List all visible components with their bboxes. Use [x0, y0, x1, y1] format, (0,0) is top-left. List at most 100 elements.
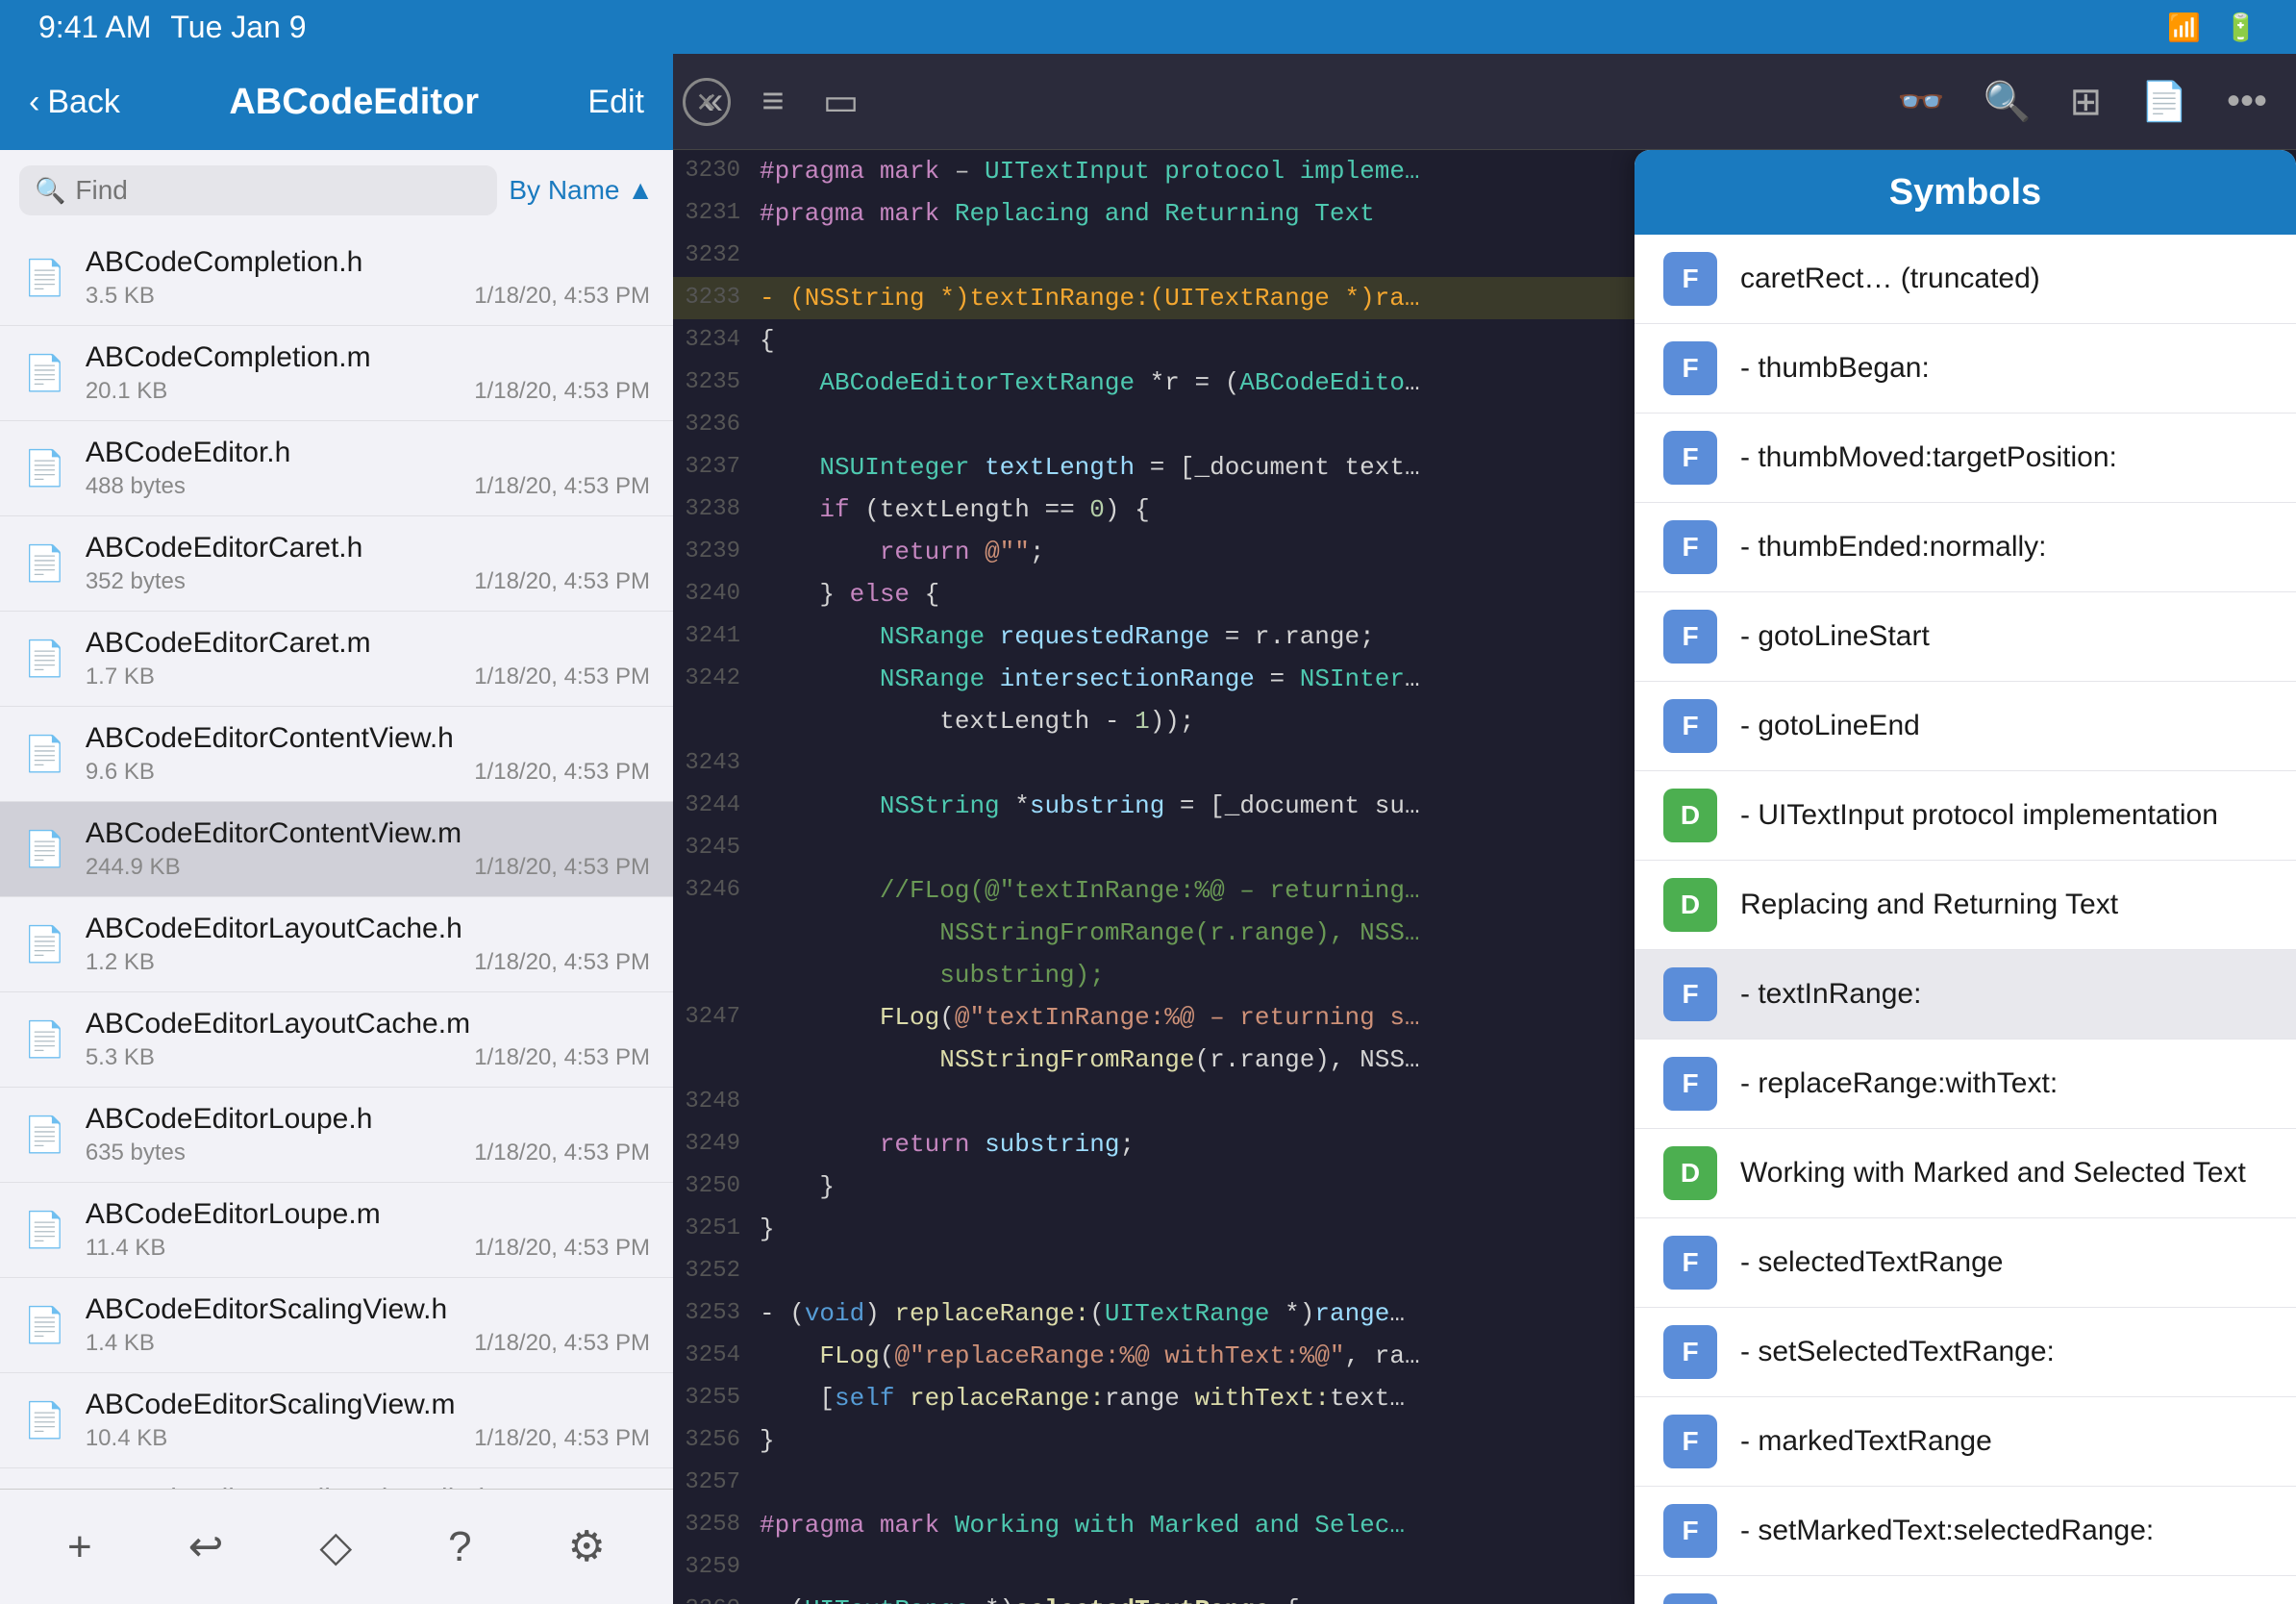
file-name: ABCodeEditorContentView.m — [86, 817, 650, 850]
file-size: 3.5 KB — [86, 283, 155, 310]
bottom-bar: + ↩ ◇ ? ⚙ — [0, 1489, 673, 1604]
file-list-item[interactable]: 📄 ABCodeEditorCaret.m 1.7 KB 1/18/20, 4:… — [0, 612, 673, 707]
file-list-item[interactable]: 📄 ABCodeEditorLayoutCache.m 5.3 KB 1/18/… — [0, 992, 673, 1088]
symbol-text: - UITextInput protocol implementation — [1740, 799, 2218, 832]
symbol-list-item[interactable]: F - textInRange: — [1635, 950, 2296, 1040]
symbol-list-item[interactable]: F - gotoLineStart — [1635, 592, 2296, 682]
symbol-list-item[interactable]: F caretRect… (truncated) — [1635, 235, 2296, 324]
file-date: 1/18/20, 4:53 PM — [474, 283, 650, 310]
file-list-item[interactable]: 📄 ABCodeEditorCaret.h 352 bytes 1/18/20,… — [0, 516, 673, 612]
symbol-list-item[interactable]: F - setMarkedText:selectedRange: — [1635, 1487, 2296, 1576]
file-meta: 635 bytes 1/18/20, 4:53 PM — [86, 1140, 650, 1166]
code-line: 3258 #pragma mark Working with Marked an… — [673, 1504, 1635, 1546]
symbol-list-item[interactable]: F - selectedTextRange — [1635, 1218, 2296, 1308]
symbol-list-item[interactable]: F - thumbBegan: — [1635, 324, 2296, 414]
file-list-item[interactable]: 📄 ABCodeEditorScalingViewTile.h 805 byte… — [0, 1468, 673, 1489]
symbol-text: - markedTextRange — [1740, 1425, 1992, 1458]
file-icon: 📄 — [23, 448, 66, 489]
glasses-icon[interactable]: 👓 — [1897, 79, 1945, 124]
file-size: 20.1 KB — [86, 378, 167, 405]
symbol-list-item[interactable]: F - unmarkText — [1635, 1576, 2296, 1604]
symbol-list-item[interactable]: D Replacing and Returning Text — [1635, 861, 2296, 950]
symbol-list-item[interactable]: F - setSelectedTextRange: — [1635, 1308, 2296, 1397]
file-size: 352 bytes — [86, 568, 186, 595]
editor-toolbar: « ≡ ▭ 👓 🔍 ⊞ 📄 ••• — [673, 54, 2296, 150]
lines-icon[interactable]: ≡ — [761, 80, 784, 123]
code-line: 3245 — [673, 827, 1635, 869]
undo-button[interactable]: ↩ — [188, 1522, 224, 1571]
file-list-item[interactable]: 📄 ABCodeEditorLayoutCache.h 1.2 KB 1/18/… — [0, 897, 673, 992]
file-info: ABCodeEditorScalingView.m 10.4 KB 1/18/2… — [86, 1389, 650, 1452]
symbol-badge: F — [1663, 1057, 1717, 1111]
file-icon: 📄 — [23, 1210, 66, 1250]
symbol-list-item[interactable]: F - markedTextRange — [1635, 1397, 2296, 1487]
search-icon[interactable]: 🔍 — [1984, 79, 2032, 124]
file-list-item[interactable]: 📄 ABCodeEditorLoupe.h 635 bytes 1/18/20,… — [0, 1088, 673, 1183]
hierarchy-icon[interactable]: ⊞ — [2070, 80, 2103, 124]
edit-button[interactable]: Edit — [587, 84, 644, 121]
network-button[interactable]: ◇ — [319, 1522, 352, 1571]
close-button[interactable]: ✕ — [683, 78, 731, 126]
sort-button[interactable]: By Name ▲ — [509, 175, 654, 206]
settings-button[interactable]: ⚙ — [568, 1522, 606, 1571]
file-name: ABCodeEditor.h — [86, 437, 650, 469]
search-input-wrap[interactable]: 🔍 — [19, 165, 497, 215]
symbol-badge: F — [1663, 1593, 1717, 1604]
symbol-text: - thumbBegan: — [1740, 352, 1930, 385]
nav-bar: ‹ Back ABCodeEditor Edit — [0, 54, 673, 150]
nav-title: ABCodeEditor — [120, 82, 587, 123]
file-meta: 352 bytes 1/18/20, 4:53 PM — [86, 568, 650, 595]
file-meta: 11.4 KB 1/18/20, 4:53 PM — [86, 1235, 650, 1262]
file-list-item[interactable]: 📄 ABCodeCompletion.m 20.1 KB 1/18/20, 4:… — [0, 326, 673, 421]
file-icon: 📄 — [23, 258, 66, 298]
code-line: 3243 — [673, 742, 1635, 785]
file-icon: 📄 — [23, 829, 66, 869]
symbol-list-item[interactable]: D - UITextInput protocol implementation — [1635, 771, 2296, 861]
document-icon[interactable]: 📄 — [2140, 79, 2188, 124]
symbol-list-item[interactable]: F - thumbMoved:targetPosition: — [1635, 414, 2296, 503]
code-line: 3250 } — [673, 1165, 1635, 1208]
file-meta: 1.4 KB 1/18/20, 4:53 PM — [86, 1330, 650, 1357]
file-list-item[interactable]: 📄 ABCodeEditorContentView.m 244.9 KB 1/1… — [0, 802, 673, 897]
search-input[interactable] — [75, 175, 482, 206]
code-line: 3251 } — [673, 1208, 1635, 1250]
back-button[interactable]: ‹ Back — [29, 84, 120, 121]
code-line: 3260 - (UITextRange *)selectedTextRange … — [673, 1589, 1635, 1604]
symbol-badge: F — [1663, 431, 1717, 485]
code-panel[interactable]: 3230 #pragma mark – UITextInput protocol… — [673, 150, 1635, 1604]
file-list-item[interactable]: 📄 ABCodeEditorLoupe.m 11.4 KB 1/18/20, 4… — [0, 1183, 673, 1278]
file-list-item[interactable]: 📄 ABCodeEditor.h 488 bytes 1/18/20, 4:53… — [0, 421, 673, 516]
back-chevron-icon: ‹ — [29, 84, 39, 121]
more-icon[interactable]: ••• — [2227, 80, 2267, 123]
date-display: Tue Jan 9 — [170, 10, 306, 45]
file-panel: 🔍 By Name ▲ 📄 ABCodeCompletion.h 3.5 KB … — [0, 150, 673, 1489]
code-line-highlight: 3233 - (NSString *)textInRange:(UITextRa… — [673, 277, 1635, 319]
symbol-text: - gotoLineEnd — [1740, 710, 1920, 742]
file-list-item[interactable]: 📄 ABCodeCompletion.h 3.5 KB 1/18/20, 4:5… — [0, 231, 673, 326]
code-line: NSStringFromRange(r.range), NSS… — [673, 1039, 1635, 1081]
file-info: ABCodeEditorContentView.m 244.9 KB 1/18/… — [86, 817, 650, 881]
file-meta: 10.4 KB 1/18/20, 4:53 PM — [86, 1425, 650, 1452]
file-info: ABCodeEditorCaret.h 352 bytes 1/18/20, 4… — [86, 532, 650, 595]
file-size: 11.4 KB — [86, 1235, 166, 1262]
symbol-list-item[interactable]: D Working with Marked and Selected Text — [1635, 1129, 2296, 1218]
file-name: ABCodeEditorScalingView.h — [86, 1293, 650, 1326]
code-line: 3235 ABCodeEditorTextRange *r = (ABCodeE… — [673, 362, 1635, 404]
add-button[interactable]: + — [67, 1523, 92, 1571]
symbol-list-item[interactable]: F - gotoLineEnd — [1635, 682, 2296, 771]
file-list-item[interactable]: 📄 ABCodeEditorScalingView.m 10.4 KB 1/18… — [0, 1373, 673, 1468]
symbol-list-item[interactable]: F - replaceRange:withText: — [1635, 1040, 2296, 1129]
file-info: ABCodeCompletion.h 3.5 KB 1/18/20, 4:53 … — [86, 246, 650, 310]
symbol-list-item[interactable]: F - thumbEnded:normally: — [1635, 503, 2296, 592]
file-meta: 9.6 KB 1/18/20, 4:53 PM — [86, 759, 650, 786]
panel-icon[interactable]: ▭ — [823, 80, 860, 124]
code-line: 3234 { — [673, 319, 1635, 362]
file-list-item[interactable]: 📄 ABCodeEditorContentView.h 9.6 KB 1/18/… — [0, 707, 673, 802]
file-icon: 📄 — [23, 543, 66, 584]
file-list-item[interactable]: 📄 ABCodeEditorScalingView.h 1.4 KB 1/18/… — [0, 1278, 673, 1373]
status-left: 9:41 AM Tue Jan 9 — [38, 10, 307, 45]
close-panel-area: ✕ — [673, 54, 740, 150]
file-info: ABCodeEditorLayoutCache.m 5.3 KB 1/18/20… — [86, 1008, 650, 1071]
help-button[interactable]: ? — [448, 1523, 471, 1571]
file-meta: 488 bytes 1/18/20, 4:53 PM — [86, 473, 650, 500]
